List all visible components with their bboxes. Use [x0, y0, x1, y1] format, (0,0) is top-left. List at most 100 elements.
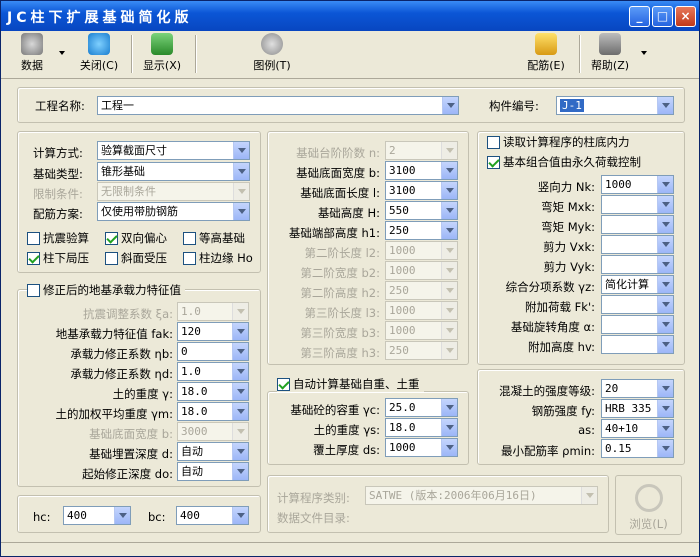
chevron-down-icon[interactable] — [657, 440, 673, 457]
help-button[interactable]: 帮助(Z) — [587, 33, 633, 73]
chevron-down-icon[interactable] — [657, 380, 673, 397]
rebar-button[interactable]: 配筋(E) — [523, 33, 569, 73]
chevron-down-icon[interactable] — [232, 383, 248, 400]
chevron-down-icon[interactable] — [441, 439, 457, 456]
help-dropdown-arrow[interactable] — [641, 51, 647, 55]
chevron-down-icon[interactable] — [441, 162, 457, 179]
field-combo[interactable] — [601, 315, 674, 334]
chevron-down-icon[interactable] — [657, 296, 673, 313]
display-button[interactable]: 显示(X) — [139, 33, 185, 73]
maximize-button[interactable]: □ — [652, 6, 673, 27]
checkbox-box[interactable] — [183, 251, 196, 265]
close-window-button[interactable]: × — [675, 6, 696, 27]
chevron-down-icon[interactable] — [657, 216, 673, 233]
field-combo[interactable]: 18.0 — [177, 402, 249, 421]
chevron-down-icon[interactable] — [657, 176, 673, 193]
checkbox-box[interactable] — [105, 251, 118, 265]
chevron-down-icon[interactable] — [232, 463, 248, 480]
field-combo[interactable]: 120 — [177, 322, 249, 341]
checkbox-box[interactable] — [183, 231, 196, 245]
chevron-down-icon[interactable] — [441, 182, 457, 199]
field-combo[interactable] — [601, 235, 674, 254]
checkbox-box[interactable] — [487, 135, 500, 149]
checkbox-box[interactable] — [487, 155, 500, 169]
chevron-down-icon[interactable] — [657, 276, 673, 293]
chevron-down-icon[interactable] — [442, 97, 458, 114]
checkbox-box[interactable] — [277, 377, 290, 391]
member-id-combo[interactable]: J-1 — [556, 96, 674, 115]
field-combo[interactable] — [601, 215, 674, 234]
field-combo[interactable]: 自动 — [177, 462, 249, 481]
rebar-plan-combo[interactable]: 仅使用带肋钢筋 — [97, 202, 250, 221]
field-combo[interactable]: 250 — [385, 221, 458, 240]
read-forces-checkbox[interactable]: 读取计算程序的柱底内力 — [487, 134, 630, 150]
chevron-down-icon[interactable] — [232, 403, 248, 420]
chevron-down-icon[interactable] — [232, 323, 248, 340]
type-combo[interactable]: 锥形基础 — [97, 162, 250, 181]
hc-combo[interactable]: 400 — [63, 506, 131, 525]
chevron-down-icon[interactable] — [441, 222, 457, 239]
field-combo[interactable] — [601, 295, 674, 314]
chevron-down-icon[interactable] — [232, 507, 248, 524]
data-button[interactable]: 数据 — [15, 33, 49, 73]
equal-height-checkbox[interactable]: 等高基础 — [183, 230, 245, 246]
chevron-down-icon[interactable] — [441, 399, 457, 416]
field-combo[interactable]: 18.0 — [177, 382, 249, 401]
chevron-down-icon[interactable] — [657, 336, 673, 353]
chevron-down-icon[interactable] — [657, 420, 673, 437]
field-combo[interactable] — [601, 335, 674, 354]
biaxial-checkbox[interactable]: 双向偏心 — [105, 230, 167, 246]
field-combo[interactable]: 简化计算 — [601, 275, 674, 294]
data-dropdown-arrow[interactable] — [59, 51, 65, 55]
browse-button[interactable]: 浏览(L) — [615, 475, 682, 535]
field-combo[interactable] — [601, 255, 674, 274]
basic-combo-checkbox[interactable]: 基本组合值由永久荷载控制 — [487, 154, 641, 170]
field-combo[interactable]: 0.15 — [601, 439, 674, 458]
chevron-down-icon[interactable] — [441, 419, 457, 436]
chevron-down-icon[interactable] — [657, 196, 673, 213]
chevron-down-icon[interactable] — [232, 343, 248, 360]
field-combo[interactable]: HRB 335 — [601, 399, 674, 418]
checkbox-box[interactable] — [27, 251, 40, 265]
field-combo[interactable]: 1.0 — [177, 362, 249, 381]
field-combo[interactable]: 0 — [177, 342, 249, 361]
chevron-down-icon[interactable] — [233, 203, 249, 220]
field-combo[interactable]: 3100 — [385, 161, 458, 180]
bc-combo[interactable]: 400 — [176, 506, 249, 525]
selfweight-checkbox[interactable]: 自动计算基础自重、土重 — [277, 376, 424, 392]
chevron-down-icon[interactable] — [657, 97, 673, 114]
local-compression-checkbox[interactable]: 柱下局压 — [27, 250, 89, 266]
field-combo[interactable]: 20 — [601, 379, 674, 398]
field-combo[interactable]: 40+10 — [601, 419, 674, 438]
chevron-down-icon[interactable] — [441, 202, 457, 219]
field-combo[interactable]: 550 — [385, 201, 458, 220]
chevron-down-icon[interactable] — [233, 142, 249, 159]
chevron-down-icon[interactable] — [233, 163, 249, 180]
field-combo[interactable]: 1000 — [385, 438, 458, 457]
checkbox-box[interactable] — [27, 231, 40, 245]
chevron-down-icon[interactable] — [657, 256, 673, 273]
close-button[interactable]: 关闭(C) — [75, 33, 123, 73]
chevron-down-icon[interactable] — [657, 236, 673, 253]
field-combo[interactable]: 18.0 — [385, 418, 458, 437]
chevron-down-icon[interactable] — [232, 363, 248, 380]
field-combo[interactable]: 3100 — [385, 181, 458, 200]
legend-button[interactable]: 图例(T) — [249, 33, 295, 73]
project-name-combo[interactable]: 工程一 — [97, 96, 459, 115]
chevron-down-icon[interactable] — [657, 316, 673, 333]
checkbox-box[interactable] — [27, 283, 40, 297]
field-combo[interactable]: 25.0 — [385, 398, 458, 417]
chevron-down-icon[interactable] — [114, 507, 130, 524]
chevron-down-icon[interactable] — [657, 400, 673, 417]
soil-checkbox[interactable]: 修正后的地基承载力特征值 — [27, 282, 185, 298]
field-combo[interactable]: 1000 — [601, 175, 674, 194]
seismic-checkbox[interactable]: 抗震验算 — [27, 230, 89, 246]
chevron-down-icon[interactable] — [232, 443, 248, 460]
column-edge-checkbox[interactable]: 柱边缘 Ho — [183, 250, 253, 266]
checkbox-box[interactable] — [105, 231, 118, 245]
minimize-button[interactable]: _ — [629, 6, 650, 27]
field-combo[interactable]: 自动 — [177, 442, 249, 461]
method-combo[interactable]: 验算截面尺寸 — [97, 141, 250, 160]
slope-compression-checkbox[interactable]: 斜面受压 — [105, 250, 167, 266]
field-combo[interactable] — [601, 195, 674, 214]
